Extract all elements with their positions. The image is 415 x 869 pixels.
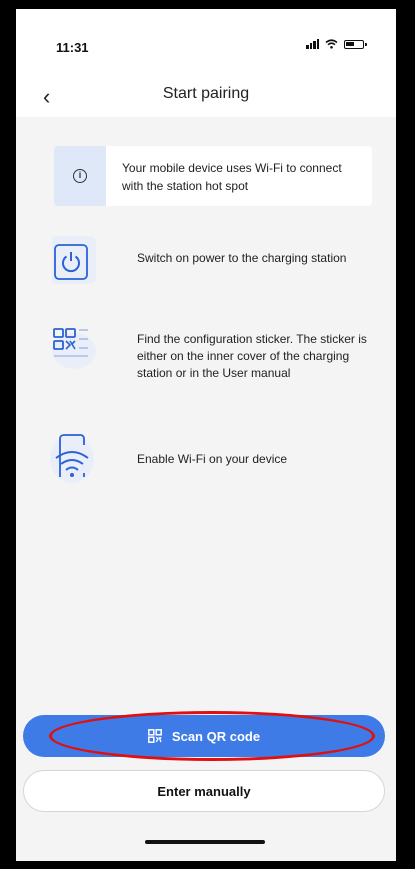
signal-icon bbox=[306, 39, 319, 49]
enter-manually-label: Enter manually bbox=[157, 783, 251, 799]
status-icons bbox=[306, 39, 367, 49]
qr-sticker-icon bbox=[52, 328, 96, 369]
home-indicator bbox=[145, 840, 265, 844]
status-time: 11:31 bbox=[56, 40, 89, 55]
nav-bar: ‹ Start pairing bbox=[16, 79, 396, 117]
info-banner: i Your mobile device uses Wi-Fi to conne… bbox=[54, 146, 372, 206]
wifi-icon bbox=[325, 39, 338, 49]
scan-qr-button[interactable]: Scan QR code bbox=[23, 715, 385, 757]
status-bar: 11:31 bbox=[16, 9, 396, 79]
step-text: Switch on power to the charging station bbox=[137, 251, 347, 265]
info-text: Your mobile device uses Wi-Fi to connect… bbox=[122, 161, 342, 193]
enter-manually-button[interactable]: Enter manually bbox=[23, 770, 385, 812]
step-text: Find the configuration sticker. The stic… bbox=[137, 332, 367, 380]
scan-qr-label: Scan QR code bbox=[171, 728, 261, 744]
page-title: Start pairing bbox=[162, 85, 250, 102]
info-icon: i bbox=[73, 169, 87, 183]
power-icon bbox=[52, 236, 96, 284]
step-text: Enable Wi-Fi on your device bbox=[137, 452, 288, 466]
qr-code-icon bbox=[147, 729, 162, 743]
info-icon-area: i bbox=[54, 146, 106, 206]
wifi-phone-icon bbox=[50, 434, 94, 483]
battery-icon bbox=[344, 39, 367, 49]
